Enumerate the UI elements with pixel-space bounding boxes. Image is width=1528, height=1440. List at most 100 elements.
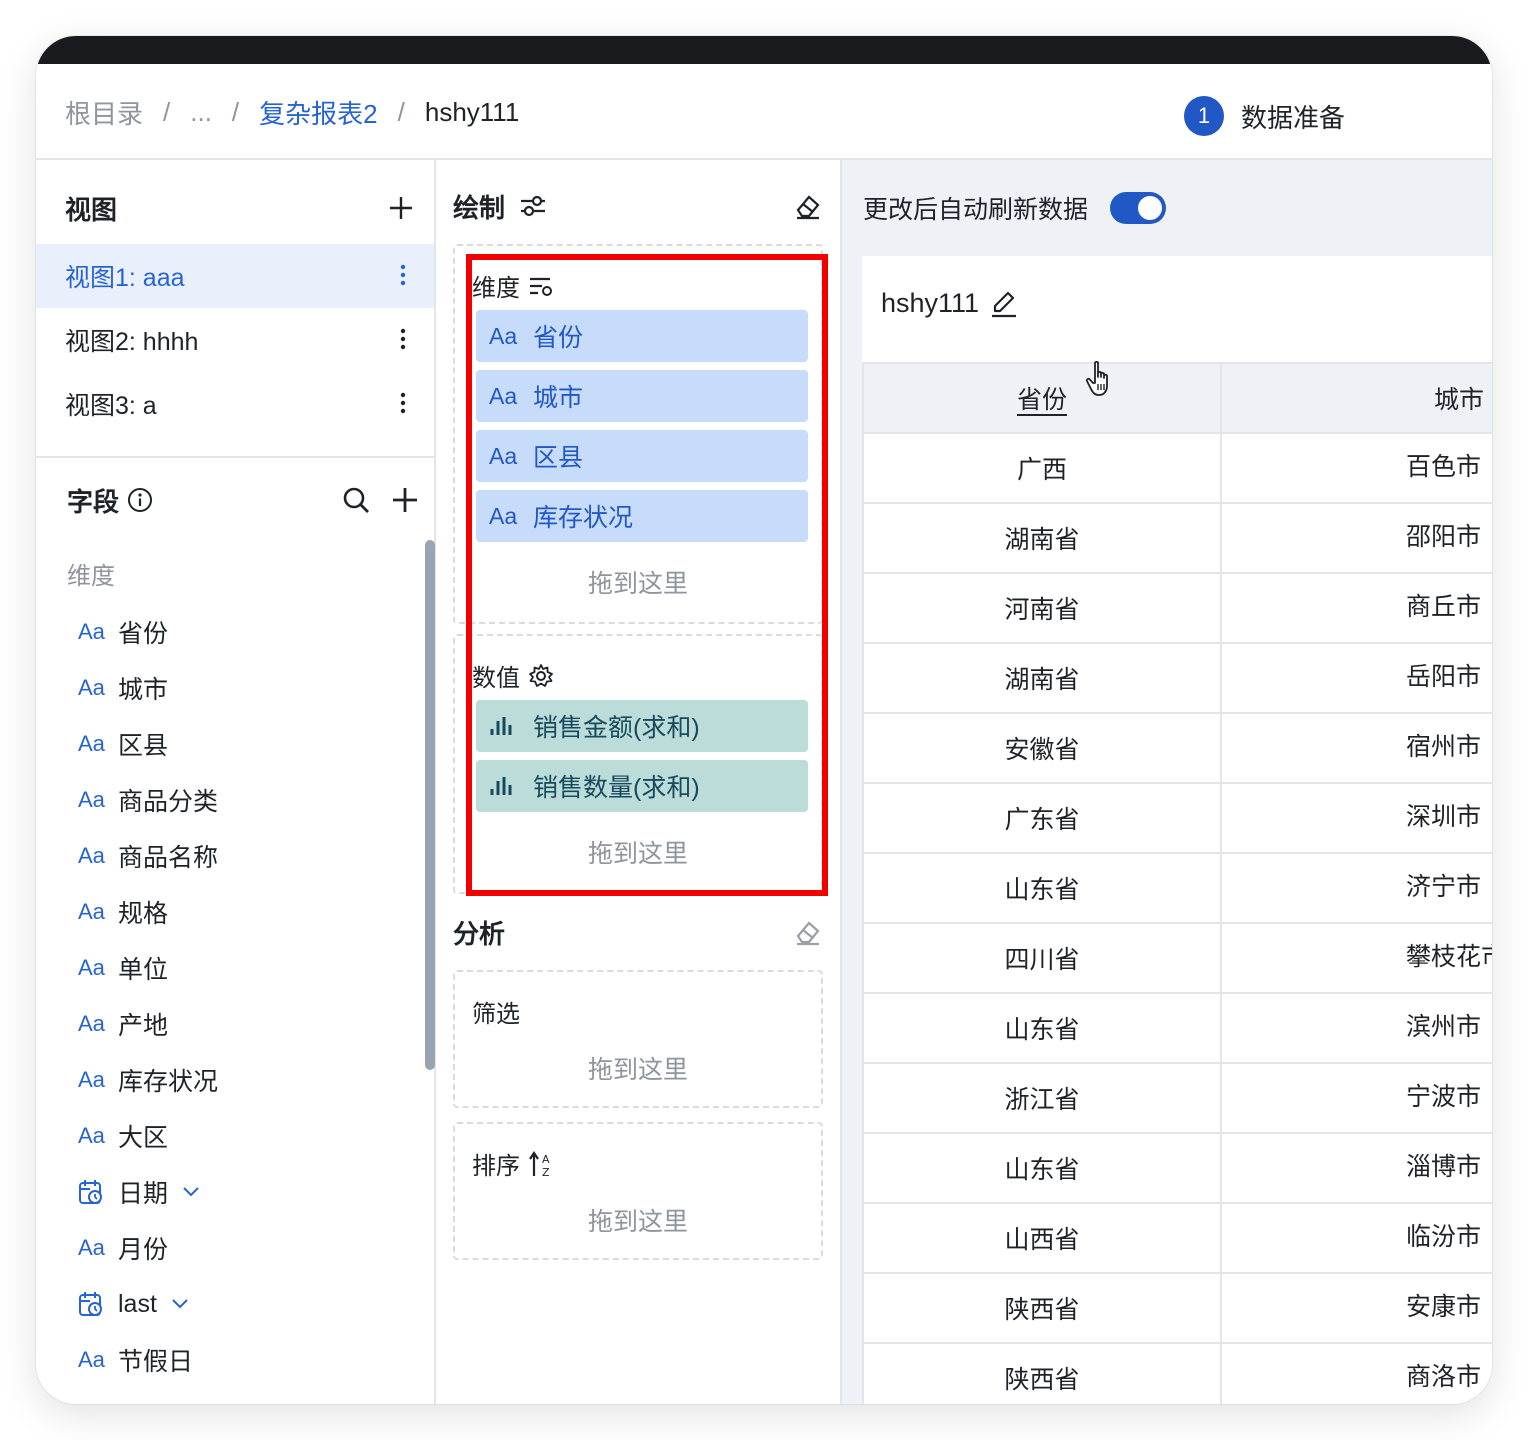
gear-icon[interactable] [528, 663, 554, 689]
dimension-pill[interactable]: Aa 库存状况 [476, 490, 808, 542]
text-type-icon: Aa [78, 843, 105, 868]
field-item[interactable]: Aa 月份 [78, 1228, 168, 1268]
breadcrumb-current: hshy111 [424, 97, 520, 127]
chevron-down-icon[interactable] [171, 1298, 189, 1310]
table-cell-province[interactable]: 浙江省 [862, 1062, 1222, 1134]
text-type-icon: Aa [78, 955, 105, 980]
field-item[interactable]: Aa 区县 [78, 724, 168, 764]
measure-drop-zone[interactable]: 数值 销售金额(求和) 销售数量(求和) 拖到这里 [453, 634, 823, 894]
table-cell-province[interactable]: 山东省 [862, 1132, 1222, 1204]
field-item[interactable]: Aa 省份 [78, 612, 168, 652]
pill-label: 省份 [533, 324, 584, 352]
auto-refresh-toggle[interactable] [1110, 192, 1167, 224]
dimension-pill[interactable]: Aa 城市 [476, 370, 808, 422]
text-type-icon: Aa [489, 322, 518, 349]
table-cell-city[interactable]: 滨州市 [1220, 992, 1492, 1064]
table-cell-city[interactable]: 攀枝花市 [1220, 922, 1492, 994]
table-row: 山东省 淄博市 [862, 1132, 1492, 1204]
table-cell-province[interactable]: 陕西省 [862, 1272, 1222, 1344]
view-item-label: 视图2: hhhh [65, 328, 199, 356]
field-item[interactable]: Aa 单位 [78, 948, 168, 988]
table-cell-city[interactable]: 济宁市 [1220, 852, 1492, 924]
table-cell-city[interactable]: 临汾市 [1220, 1202, 1492, 1274]
table-cell-province[interactable]: 安徽省 [862, 712, 1222, 784]
table-cell-city[interactable]: 安康市 [1220, 1272, 1492, 1344]
more-vertical-icon[interactable] [400, 328, 406, 357]
views-title: 视图 [65, 194, 118, 225]
sort-drop-zone[interactable]: 排序 AZ 拖到这里 [453, 1122, 823, 1260]
breadcrumb-ellipsis[interactable]: ... [190, 97, 212, 128]
view-item-1[interactable]: 视图1: aaa [36, 244, 434, 308]
table-cell-city[interactable]: 邵阳市 [1220, 502, 1492, 574]
table-cell-province[interactable]: 陕西省 [862, 1342, 1222, 1404]
field-item[interactable]: Aa 大区 [78, 1116, 168, 1156]
field-item[interactable]: Aa 产地 [78, 1004, 168, 1044]
breadcrumb-parent[interactable]: 复杂报表2 [259, 94, 377, 131]
breadcrumb-root[interactable]: 根目录 [65, 94, 143, 131]
add-field-button[interactable] [392, 487, 418, 513]
field-item[interactable]: Aa 节假日 [78, 1340, 193, 1380]
table-cell-province[interactable]: 湖南省 [862, 642, 1222, 714]
field-item[interactable]: Aa 库存状况 [78, 1060, 218, 1100]
table-cell-city[interactable]: 宁波市 [1220, 1062, 1492, 1134]
table-cell-province[interactable]: 山东省 [862, 992, 1222, 1064]
settings-sliders-icon[interactable] [519, 193, 547, 219]
field-item[interactable]: last [78, 1284, 189, 1324]
field-item[interactable]: Aa 规格 [78, 892, 168, 932]
dimension-pill[interactable]: Aa 省份 [476, 310, 808, 362]
table-cell-city[interactable]: 岳阳市 [1220, 642, 1492, 714]
table-cell-province[interactable]: 四川省 [862, 922, 1222, 994]
table-cell-province[interactable]: 广西 [862, 432, 1222, 504]
draw-header: 绘制 [453, 186, 822, 226]
column-header-city[interactable]: 城市 [1220, 362, 1492, 434]
more-vertical-icon[interactable] [400, 264, 406, 293]
column-header-province[interactable]: 省份 [862, 362, 1222, 434]
table-cell-province[interactable]: 湖南省 [862, 502, 1222, 574]
table-cell-city[interactable]: 宿州市 [1220, 712, 1492, 784]
field-item[interactable]: Aa 商品名称 [78, 836, 218, 876]
table-cell-city[interactable]: 淄博市 [1220, 1132, 1492, 1204]
scrollbar[interactable] [425, 540, 435, 1070]
table-cell-province[interactable]: 广东省 [862, 782, 1222, 854]
view-item-3[interactable]: 视图3: a [36, 372, 434, 436]
search-icon[interactable] [342, 486, 370, 514]
table-cell-province[interactable]: 河南省 [862, 572, 1222, 644]
table-cell-province[interactable]: 山西省 [862, 1202, 1222, 1274]
view-item-2[interactable]: 视图2: hhhh [36, 308, 434, 372]
table-cell-city[interactable]: 商丘市 [1220, 572, 1492, 644]
table-cell-city[interactable]: 商洛市 [1220, 1342, 1492, 1404]
measure-pill[interactable]: 销售金额(求和) [476, 700, 808, 752]
info-icon[interactable] [127, 487, 153, 513]
svg-text:A: A [542, 1153, 550, 1166]
calendar-clock-icon [78, 1290, 118, 1318]
plus-icon [390, 197, 412, 219]
dimension-drop-zone[interactable]: 维度 Aa 省份 Aa 城市 Aa 区县 Aa 库存状况 拖到这里 [453, 244, 823, 624]
eraser-icon[interactable] [794, 192, 822, 220]
field-item[interactable]: Aa 商品分类 [78, 780, 218, 820]
filter-label: 筛选 [472, 1001, 520, 1028]
view-item-label: 视图3: a [65, 392, 157, 420]
edit-pencil-icon[interactable] [989, 289, 1019, 319]
add-view-button[interactable] [388, 195, 414, 221]
more-vertical-icon[interactable] [400, 392, 406, 421]
window-titlebar [36, 36, 1492, 64]
divider [36, 456, 434, 458]
dimension-pill[interactable]: Aa 区县 [476, 430, 808, 482]
sort-az-icon[interactable]: AZ [528, 1150, 554, 1178]
table-cell-city[interactable]: 深圳市 [1220, 782, 1492, 854]
step-data-prep[interactable]: 1 数据准备 [1184, 96, 1345, 136]
measure-zone-label: 数值 [472, 665, 520, 692]
field-label: 商品分类 [118, 788, 219, 816]
field-item[interactable]: 日期 [78, 1172, 200, 1212]
table-cell-city[interactable]: 百色市 [1220, 432, 1492, 504]
chevron-down-icon[interactable] [182, 1186, 200, 1198]
calendar-clock-icon [78, 1178, 118, 1206]
table-cell-province[interactable]: 山东省 [862, 852, 1222, 924]
hand-pointer-cursor-icon [1085, 360, 1108, 396]
filter-drop-zone[interactable]: 筛选 拖到这里 [453, 970, 823, 1108]
eraser-icon[interactable] [794, 918, 822, 946]
measure-pill[interactable]: 销售数量(求和) [476, 760, 808, 812]
field-item[interactable]: Aa 城市 [78, 668, 168, 708]
field-label: 库存状况 [118, 1068, 219, 1096]
filter-lines-icon[interactable] [528, 274, 554, 298]
